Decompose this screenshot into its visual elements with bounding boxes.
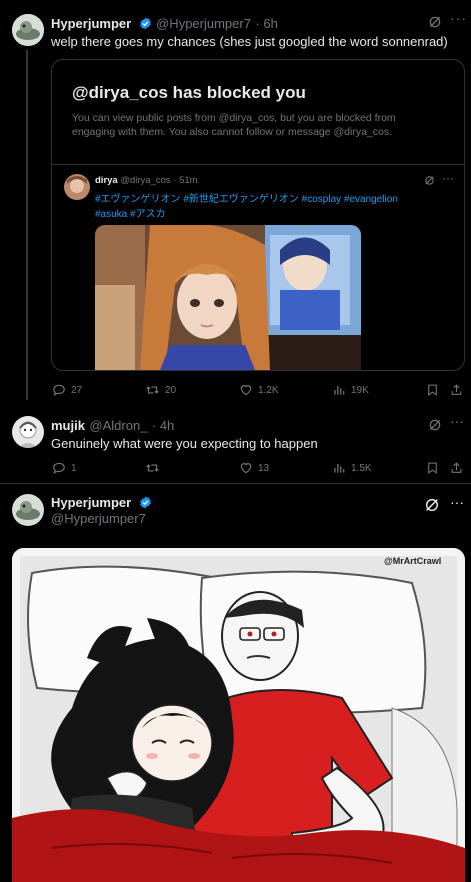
comic-illustration: @MrArtCrawl: [12, 548, 465, 882]
avatar[interactable]: [64, 174, 90, 200]
like-button[interactable]: 13: [239, 461, 269, 475]
blocked-body: You can view public posts from @dirya_co…: [72, 112, 396, 138]
more-icon[interactable]: ···: [450, 494, 464, 510]
bookmark-icon[interactable]: [426, 383, 439, 397]
quote-hashtags[interactable]: #asuka #アスカ: [95, 205, 166, 220]
avatar-image: [12, 416, 44, 448]
repost-count: 20: [165, 384, 177, 396]
views-count: 1.5K: [351, 462, 372, 474]
post-header: mujik @Aldron_ · 4h: [51, 417, 174, 435]
views-count: 19K: [351, 384, 369, 396]
more-icon[interactable]: ···: [442, 171, 454, 185]
grok-icon[interactable]: [428, 418, 442, 432]
quote-header: dirya @dirya_cos · 51m: [95, 175, 198, 186]
author-name[interactable]: Hyperjumper: [51, 16, 131, 31]
like-count: 13: [258, 462, 270, 474]
author-name[interactable]: mujik: [51, 418, 85, 433]
avatar[interactable]: [12, 494, 44, 526]
quote-media-image[interactable]: [95, 225, 361, 370]
views-button[interactable]: 1.5K: [332, 461, 372, 475]
post-text: Genuinely what were you expecting to hap…: [51, 436, 318, 451]
author-handle[interactable]: @Hyperjumper7: [156, 16, 251, 31]
more-icon[interactable]: ···: [450, 10, 467, 26]
heart-icon: [240, 385, 252, 396]
post-header: Hyperjumper @Hyperjumper7 · 6h: [51, 15, 278, 33]
repost-icon: [146, 386, 159, 394]
avatar-image: [12, 494, 44, 526]
verified-badge-icon: [139, 496, 151, 509]
cosplay-photo: [95, 225, 361, 370]
reply-button[interactable]: 1: [52, 461, 77, 475]
share-icon[interactable]: [450, 461, 463, 475]
post-time[interactable]: · 4h: [152, 418, 174, 433]
bookmark-icon[interactable]: [426, 461, 439, 475]
divider: [52, 164, 464, 165]
views-icon: [334, 463, 345, 473]
post-time[interactable]: · 6h: [255, 16, 277, 31]
author-name[interactable]: Hyperjumper: [51, 495, 131, 510]
reply-icon: [53, 384, 65, 396]
grok-icon[interactable]: [424, 497, 440, 513]
image-watermark: @MrArtCrawl: [384, 556, 441, 566]
author-handle[interactable]: @Hyperjumper7: [51, 511, 146, 526]
verified-badge-icon: [139, 17, 151, 30]
repost-button[interactable]: [145, 461, 165, 475]
views-icon: [334, 385, 345, 395]
thread-line: [26, 50, 28, 400]
grok-icon[interactable]: [428, 15, 442, 29]
avatar-image: [64, 174, 90, 200]
grok-icon[interactable]: [424, 175, 435, 186]
post-text: welp there goes my chances (shes just go…: [51, 34, 448, 49]
post-header: Hyperjumper: [51, 494, 152, 512]
avatar-image: [12, 14, 44, 46]
author-handle[interactable]: @Aldron_: [89, 418, 147, 433]
like-count: 1.2K: [258, 384, 279, 396]
reply-icon: [53, 462, 65, 474]
share-icon[interactable]: [450, 383, 463, 397]
repost-icon: [146, 464, 159, 472]
heart-icon: [240, 463, 252, 474]
blocked-title: @dirya_cos has blocked you: [72, 83, 306, 102]
views-button[interactable]: 19K: [332, 383, 369, 397]
repost-button[interactable]: 20: [145, 383, 176, 397]
post-media-image[interactable]: @MrArtCrawl: [12, 548, 465, 882]
avatar[interactable]: [12, 416, 44, 448]
quote-author-handle[interactable]: @dirya_cos: [120, 175, 170, 186]
like-button[interactable]: 1.2K: [239, 383, 279, 397]
quote-author-name[interactable]: dirya: [95, 175, 118, 186]
reply-count: 27: [71, 384, 83, 396]
reply-button[interactable]: 27: [52, 383, 82, 397]
blocked-quote-card[interactable]: @dirya_cos has blocked you You can view …: [51, 59, 465, 371]
avatar[interactable]: [12, 14, 44, 46]
reply-count: 1: [71, 462, 77, 474]
quote-hashtags[interactable]: #エヴァンゲリオン #新世紀エヴァンゲリオン #cosplay #evangel…: [95, 190, 398, 205]
divider: [0, 483, 471, 484]
quote-time[interactable]: · 51m: [173, 175, 197, 186]
more-icon[interactable]: ···: [450, 413, 464, 429]
